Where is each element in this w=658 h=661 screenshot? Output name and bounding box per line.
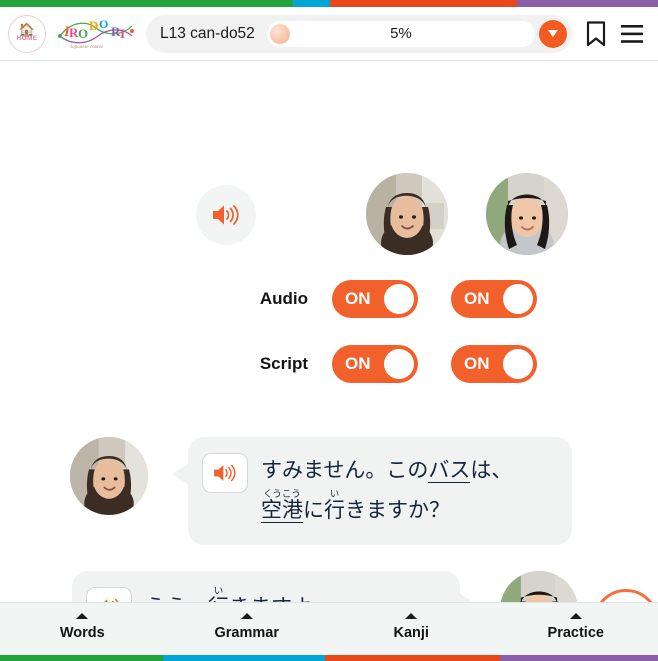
top-color-strip <box>0 0 658 7</box>
dialogue-1-kanji-iki: 行い <box>324 490 345 523</box>
dialogue-1-line-2: 空港くうこうに行いきますか？ <box>261 489 512 529</box>
progress-bar[interactable]: 5% <box>266 20 535 47</box>
speaker-a-avatar <box>366 173 448 255</box>
bottom-color-strip <box>0 655 658 661</box>
bookmark-button[interactable] <box>586 20 606 47</box>
nav-item-kanji[interactable]: Kanji <box>329 603 494 661</box>
svg-text:D: D <box>89 18 98 33</box>
furigana: い <box>324 489 345 500</box>
progress-percent-label: 5% <box>390 25 412 42</box>
strip-segment-green <box>0 0 293 7</box>
script-toggle-a-state: ON <box>345 354 371 373</box>
audio-toggle-b-state: ON <box>464 289 490 308</box>
dialogue-1-suffix: は、 <box>470 459 513 482</box>
nav-item-practice[interactable]: Practice <box>494 603 658 661</box>
dialogue-1-text: すみません。このバスは、 空港くうこうに行いきますか？ <box>261 451 512 529</box>
home-button[interactable]: 🏠 HOME <box>8 14 46 53</box>
chevron-up-icon <box>76 613 89 619</box>
speaker-icon <box>214 464 236 482</box>
dialogue-1-play-button[interactable] <box>202 453 248 493</box>
bookmark-icon <box>586 20 606 46</box>
menu-button[interactable] <box>620 24 644 44</box>
chevron-up-icon <box>569 613 582 619</box>
script-toggle-speaker-a[interactable]: ON <box>332 345 418 383</box>
chevron-up-icon <box>405 613 418 619</box>
svg-text:Japanese course: Japanese course <box>70 45 104 50</box>
nav-label-words: Words <box>59 625 105 641</box>
audio-setting-row: Audio ON ON <box>240 280 570 318</box>
nav-label-kanji: Kanji <box>393 625 429 641</box>
hamburger-menu-icon <box>621 24 643 43</box>
kanji-base: 空港 <box>261 499 303 522</box>
lesson-title: L13 can-do52 <box>160 24 255 42</box>
speaker-b-avatar <box>486 173 568 255</box>
lesson-progress-pill[interactable]: L13 can-do52 5% <box>146 14 572 53</box>
home-button-label: HOME <box>16 35 38 42</box>
nav-item-grammar[interactable]: Grammar <box>165 603 330 661</box>
dialogue-1-prefix: すみません。この <box>261 459 429 482</box>
nav-label-practice: Practice <box>547 625 604 641</box>
dialogue-1-underlined-word: バス <box>428 459 471 483</box>
app-header: 🏠 HOME I R O D O R I Japanese course L13… <box>0 7 658 61</box>
chevron-down-icon <box>548 30 558 37</box>
chevron-up-icon <box>240 613 253 619</box>
toggle-knob <box>503 349 533 379</box>
svg-text:I: I <box>120 26 125 41</box>
furigana: くうこう <box>261 489 303 500</box>
furigana: い <box>208 586 229 597</box>
audio-row-label: Audio <box>259 289 308 308</box>
svg-text:O: O <box>78 26 88 41</box>
lesson-main-area: Audio ON ON Script ON ON すみません。このバスは、 空港… <box>0 61 658 609</box>
kanji-base: 行 <box>324 499 345 522</box>
strip-segment-green <box>0 655 163 661</box>
strip-segment-purple <box>516 0 658 7</box>
dialogue-1-kanji-kuukou: 空港くうこう <box>261 490 303 523</box>
play-all-audio-button[interactable] <box>196 185 256 245</box>
bubble-tail <box>172 463 189 485</box>
strip-segment-cyan <box>292 0 331 7</box>
audio-toggle-speaker-b[interactable]: ON <box>451 280 537 318</box>
audio-toggle-a-state: ON <box>345 289 371 308</box>
dialogue-bubble-1: すみません。このバスは、 空港くうこうに行いきますか？ <box>172 437 572 545</box>
script-setting-row: Script ON ON <box>240 345 570 383</box>
script-row-label: Script <box>259 354 308 373</box>
dialogue-avatar-speaker-a <box>70 437 148 515</box>
home-icon: 🏠 <box>18 22 36 37</box>
irodori-logo: I R O D O R I Japanese course <box>56 14 136 54</box>
toggle-knob <box>384 284 414 314</box>
strip-segment-cyan <box>162 655 326 661</box>
strip-segment-purple <box>500 655 658 661</box>
toggle-knob <box>384 349 414 379</box>
script-toggle-speaker-b[interactable]: ON <box>451 345 537 383</box>
speaker-icon <box>213 205 239 225</box>
script-toggle-b-state: ON <box>464 354 490 373</box>
strip-segment-orange <box>330 0 517 7</box>
nav-label-grammar: Grammar <box>214 625 279 641</box>
dialogue-1-tail: きますか？ <box>345 499 450 522</box>
dialogue-1-mid: に <box>303 499 324 522</box>
toggle-knob <box>503 284 533 314</box>
bottom-navigation: Words Grammar Kanji Practice <box>0 602 658 661</box>
progress-dropdown-button[interactable] <box>539 19 567 48</box>
dialogue-1-line-1: すみません。このバスは、 <box>261 453 512 489</box>
nav-item-words[interactable]: Words <box>0 603 165 661</box>
speaker-avatar-row <box>366 173 568 255</box>
strip-segment-orange <box>325 655 501 661</box>
audio-toggle-speaker-a[interactable]: ON <box>332 280 418 318</box>
svg-text:O: O <box>99 17 108 31</box>
